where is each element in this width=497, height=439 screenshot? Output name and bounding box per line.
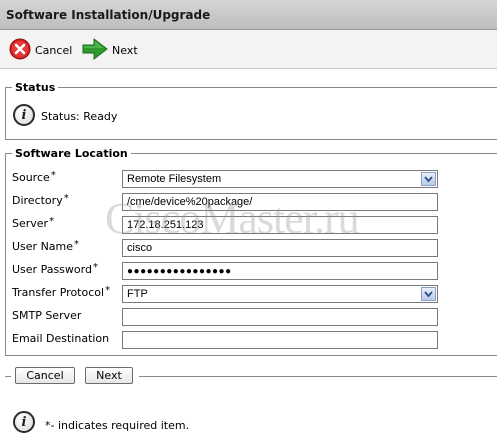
directory-label: Directory*	[12, 193, 69, 207]
smtp-server-label: SMTP Server	[12, 309, 81, 322]
source-select[interactable]: Remote Filesystem	[122, 170, 438, 188]
cancel-button[interactable]: Cancel	[15, 367, 75, 384]
status-legend: Status	[15, 81, 56, 94]
source-value: Remote Filesystem	[127, 173, 222, 185]
email-destination-label-text: Email Destination	[12, 332, 110, 345]
next-button[interactable]: Next	[85, 367, 133, 384]
server-label: Server*	[12, 216, 55, 230]
transfer-protocol-select[interactable]: FTP	[122, 285, 438, 303]
email-destination-label: Email Destination	[12, 332, 109, 345]
transfer-protocol-value: FTP	[127, 288, 148, 300]
required-note: *- indicates required item.	[45, 419, 190, 432]
required-asterisk: *	[105, 285, 111, 296]
smtp-server-label-text: SMTP Server	[12, 309, 82, 322]
status-text: Status: Ready	[41, 110, 118, 123]
toolbar: Cancel Next	[0, 30, 497, 69]
transfer-protocol-label-text: Transfer Protocol	[12, 286, 105, 299]
chevron-down-icon[interactable]	[421, 287, 436, 301]
required-asterisk: *	[74, 239, 80, 250]
info-icon-footer: i	[13, 411, 35, 433]
source-label: Source*	[12, 170, 56, 184]
toolbar-next-button[interactable]: Next	[82, 37, 138, 63]
transfer-protocol-label: Transfer Protocol*	[12, 285, 111, 299]
user-name-input[interactable]: cisco	[122, 239, 438, 257]
smtp-server-input[interactable]	[122, 308, 438, 326]
user-password-input[interactable]: ●●●●●●●●●●●●●●●●	[122, 262, 438, 280]
user-password-label: User Password*	[12, 262, 98, 276]
divider-left	[5, 376, 11, 377]
required-asterisk: *	[92, 262, 98, 273]
info-icon: i	[13, 104, 35, 126]
user-password-value: ●●●●●●●●●●●●●●●●	[127, 266, 232, 277]
server-label-text: Server	[12, 217, 49, 230]
required-asterisk: *	[50, 170, 56, 181]
cancel-icon	[9, 38, 31, 63]
server-input[interactable]: 172.18.251.123	[122, 216, 438, 234]
software-location-legend: Software Location	[15, 147, 128, 160]
server-value: 172.18.251.123	[127, 219, 204, 231]
next-arrow-icon	[82, 37, 108, 63]
user-name-label-text: User Name	[12, 240, 74, 253]
toolbar-next-label: Next	[112, 43, 138, 57]
directory-value: /cme/device%20package/	[127, 196, 253, 208]
required-asterisk: *	[63, 193, 69, 204]
user-password-label-text: User Password	[12, 263, 92, 276]
toolbar-cancel-label: Cancel	[35, 43, 73, 57]
source-label-text: Source	[12, 171, 50, 184]
user-name-value: cisco	[127, 242, 153, 254]
directory-input[interactable]: /cme/device%20package/	[122, 193, 438, 211]
window-title: Software Installation/Upgrade	[6, 8, 211, 22]
user-name-label: User Name*	[12, 239, 80, 253]
chevron-down-icon[interactable]	[421, 172, 436, 186]
toolbar-cancel-button[interactable]: Cancel	[9, 38, 72, 62]
divider-right	[139, 376, 497, 377]
title-bar: Software Installation/Upgrade	[0, 0, 497, 30]
email-destination-input[interactable]	[122, 331, 438, 349]
directory-label-text: Directory	[12, 194, 63, 207]
required-asterisk: *	[49, 216, 55, 227]
